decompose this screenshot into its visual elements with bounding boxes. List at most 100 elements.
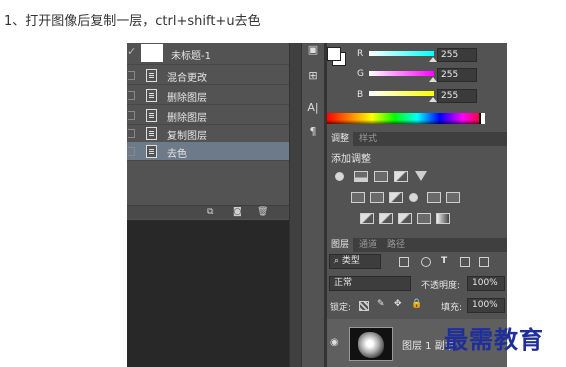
- red-value-field[interactable]: 255: [437, 48, 477, 62]
- channel-mixer-icon[interactable]: [427, 192, 441, 203]
- visibility-eye-icon[interactable]: ◉: [330, 337, 339, 348]
- vibrance-icon[interactable]: [415, 171, 427, 181]
- filter-kind-label: 类型: [341, 256, 360, 266]
- watermark-logo: 最需教育: [444, 325, 544, 354]
- black-white-icon[interactable]: [389, 192, 403, 203]
- selective-color-icon[interactable]: [417, 213, 431, 224]
- tab-layers[interactable]: 图层: [327, 238, 354, 252]
- layer-filter-row: ⌕ 类型 T: [327, 254, 507, 272]
- history-item-selected[interactable]: 去色: [127, 142, 289, 161]
- levels-icon[interactable]: [354, 171, 368, 182]
- collapsed-panel-dock: ▣ ⊞ A| ¶: [302, 43, 324, 367]
- blue-slider[interactable]: [369, 91, 437, 102]
- character-panel-icon[interactable]: A|: [304, 101, 322, 114]
- foreground-color-swatch[interactable]: [327, 47, 341, 61]
- type-filter-icon[interactable]: T: [441, 256, 447, 266]
- history-brush-icon[interactable]: ✓: [127, 45, 136, 58]
- history-panel-icon[interactable]: ▣: [304, 43, 322, 56]
- history-item-label: 删除图层: [167, 113, 207, 124]
- lock-position-icon[interactable]: ✥: [394, 299, 402, 309]
- green-slider[interactable]: [369, 71, 437, 82]
- properties-panel-icon[interactable]: ⊞: [304, 69, 322, 82]
- panel-divider[interactable]: [289, 43, 302, 367]
- color-panel: R 255 G 255 B 255: [327, 43, 507, 130]
- layer-thumbnail: [349, 327, 393, 361]
- camera-icon[interactable]: ◙: [233, 207, 242, 217]
- history-state-icon: [146, 109, 157, 122]
- history-state-icon: [146, 145, 157, 158]
- fill-field[interactable]: 100%: [467, 298, 505, 313]
- color-balance-icon[interactable]: [370, 192, 384, 203]
- history-state-icon: [146, 69, 157, 82]
- opacity-label: 不透明度:: [421, 281, 461, 291]
- trash-icon[interactable]: 🗑: [257, 207, 268, 217]
- channel-label-b: B: [357, 90, 364, 100]
- blend-mode-dropdown[interactable]: 正常: [329, 276, 411, 291]
- green-value-field[interactable]: 255: [437, 68, 477, 82]
- gradient-map-icon[interactable]: [436, 213, 450, 224]
- tab-styles[interactable]: 样式: [355, 132, 381, 146]
- history-footer: ⧉ ◙ 🗑: [127, 205, 289, 219]
- document-canvas-area: [127, 220, 289, 367]
- history-item[interactable]: 删除图层: [127, 86, 289, 105]
- color-lookup-icon[interactable]: [446, 192, 460, 203]
- tab-adjustments[interactable]: 调整: [327, 132, 354, 146]
- snapshot-thumbnail: [141, 44, 163, 62]
- snapshot-label: 未标题-1: [171, 51, 211, 62]
- red-slider[interactable]: [369, 51, 437, 62]
- color-spectrum-bar[interactable]: [327, 113, 485, 124]
- opacity-field[interactable]: 100%: [467, 276, 505, 291]
- brightness-contrast-icon[interactable]: [335, 172, 344, 181]
- new-document-from-state-icon[interactable]: ⧉: [207, 207, 213, 217]
- history-item-label: 混合更改: [167, 73, 207, 84]
- lock-pixels-icon[interactable]: ✎: [377, 299, 385, 309]
- history-snapshot[interactable]: ✓ 未标题-1: [127, 43, 289, 65]
- smart-object-filter-icon[interactable]: [479, 257, 489, 267]
- search-icon: ⌕: [334, 256, 342, 266]
- lock-transparency-icon[interactable]: [359, 301, 369, 311]
- shape-filter-icon[interactable]: [460, 257, 470, 267]
- posterize-icon[interactable]: [379, 213, 393, 224]
- adjustment-filter-icon[interactable]: [421, 257, 431, 267]
- layers-tab-bar: 图层 通道 路径: [327, 238, 507, 252]
- slider-pointer[interactable]: [429, 77, 437, 82]
- blue-value-field[interactable]: 255: [437, 89, 477, 103]
- slider-pointer[interactable]: [429, 97, 437, 102]
- history-state-icon: [146, 127, 157, 140]
- threshold-icon[interactable]: [398, 213, 412, 224]
- history-item-label: 删除图层: [167, 93, 207, 104]
- history-item[interactable]: 混合更改: [127, 66, 289, 85]
- invert-icon[interactable]: [360, 213, 374, 224]
- tab-paths[interactable]: 路径: [383, 238, 409, 252]
- history-state-icon: [146, 89, 157, 102]
- lock-all-icon[interactable]: 🔒: [411, 299, 422, 309]
- history-item[interactable]: 复制图层: [127, 124, 289, 143]
- fill-label: 填充:: [441, 303, 463, 313]
- right-panels: R 255 G 255 B 255 调整 样式 添加调整 图层 通道 路径 ⌕ …: [327, 43, 507, 367]
- slider-pointer[interactable]: [429, 57, 437, 62]
- adjustments-tab-bar: 调整 样式: [327, 132, 507, 146]
- lock-fill-row: 锁定: ✎ ✥ 🔒 填充: 100%: [327, 298, 507, 316]
- history-checkbox[interactable]: [128, 111, 135, 120]
- layer-filter-dropdown[interactable]: ⌕ 类型: [329, 254, 381, 269]
- exposure-icon[interactable]: [394, 171, 408, 182]
- history-checkbox[interactable]: [128, 129, 135, 138]
- black-white-swatch[interactable]: [479, 113, 485, 124]
- photo-filter-icon[interactable]: [409, 193, 418, 202]
- history-checkbox[interactable]: [128, 71, 135, 80]
- add-adjustment-title: 添加调整: [331, 154, 371, 165]
- history-item-label: 复制图层: [167, 131, 207, 142]
- tab-channels[interactable]: 通道: [355, 238, 381, 252]
- photoshop-window: ✓ 未标题-1 混合更改 删除图层 删除图层 复制图层 去色 ⧉ ◙ 🗑 ▣ ⊞…: [127, 43, 507, 367]
- history-item[interactable]: 删除图层: [127, 106, 289, 125]
- history-checkbox[interactable]: [128, 91, 135, 100]
- pixel-filter-icon[interactable]: [399, 257, 409, 267]
- hue-saturation-icon[interactable]: [351, 192, 365, 203]
- history-item-label: 去色: [167, 149, 187, 160]
- curves-icon[interactable]: [374, 171, 388, 182]
- history-checkbox[interactable]: [128, 147, 135, 156]
- blend-opacity-row: 正常 不透明度: 100%: [327, 276, 507, 294]
- instruction-text: 1、打开图像后复制一层，ctrl+shift+u去色: [4, 14, 261, 29]
- channel-label-r: R: [357, 49, 364, 59]
- paragraph-panel-icon[interactable]: ¶: [304, 125, 322, 138]
